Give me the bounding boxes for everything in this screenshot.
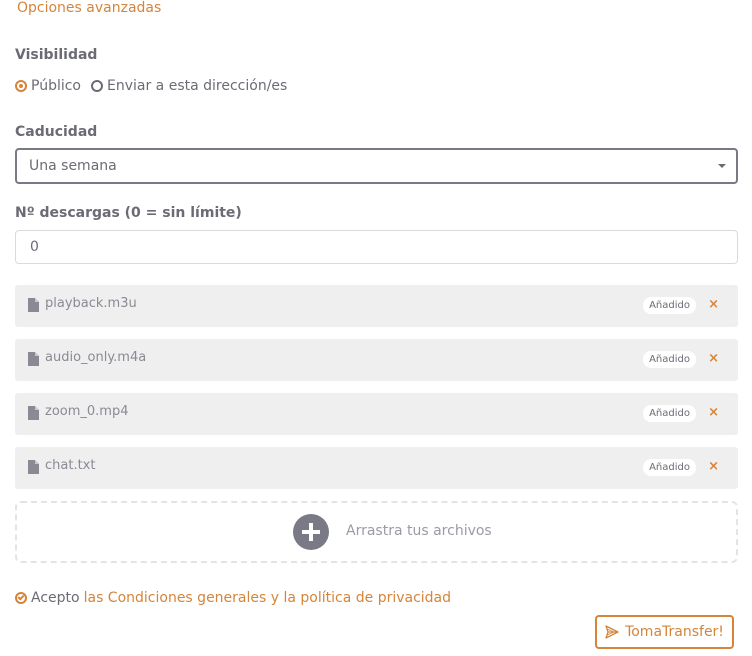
status-badge: Añadido xyxy=(643,297,696,314)
visibility-public-radio[interactable]: Público xyxy=(15,78,81,94)
file-name: playback.m3u xyxy=(45,296,137,311)
downloads-input-value: 0 xyxy=(30,239,39,255)
file-icon xyxy=(28,460,39,474)
file-icon xyxy=(28,298,39,312)
radio-unchecked-icon xyxy=(91,80,103,92)
file-item: audio_only.m4a Añadido × xyxy=(15,339,738,381)
caret-down-icon xyxy=(718,164,726,168)
downloads-label: Nº descargas (0 = sin límite) xyxy=(15,205,242,221)
remove-file-button[interactable]: × xyxy=(708,405,719,421)
terms-prefix: Acepto xyxy=(31,590,80,606)
remove-file-button[interactable]: × xyxy=(708,297,719,313)
file-item: chat.txt Añadido × xyxy=(15,447,738,489)
radio-label-email: Enviar a esta dirección/es xyxy=(107,78,288,94)
file-icon xyxy=(28,406,39,420)
status-badge: Añadido xyxy=(643,459,696,476)
terms-acceptance: Acepto las Condiciones generales y la po… xyxy=(15,590,451,606)
downloads-input[interactable]: 0 xyxy=(15,230,738,264)
file-name: zoom_0.mp4 xyxy=(45,404,129,419)
visibility-label: Visibilidad xyxy=(15,47,98,63)
file-dropzone[interactable]: Arrastra tus archivos xyxy=(15,501,738,563)
file-name: chat.txt xyxy=(45,458,96,473)
status-badge: Añadido xyxy=(643,351,696,368)
file-name: audio_only.m4a xyxy=(45,350,147,365)
expiry-select-value: Una semana xyxy=(29,158,117,174)
visibility-email-radio[interactable]: Enviar a esta dirección/es xyxy=(91,78,287,94)
visibility-radio-group: Público Enviar a esta dirección/es xyxy=(15,78,297,94)
submit-button-label: TomaTransfer! xyxy=(625,624,724,640)
expiry-select[interactable]: Una semana xyxy=(15,148,738,184)
plus-circle-icon[interactable] xyxy=(293,514,329,550)
submit-transfer-button[interactable]: TomaTransfer! xyxy=(595,615,734,649)
terms-link[interactable]: las Condiciones generales y la política … xyxy=(84,590,451,606)
remove-file-button[interactable]: × xyxy=(708,351,719,367)
file-icon xyxy=(28,352,39,366)
advanced-options-link[interactable]: Opciones avanzadas xyxy=(17,0,161,16)
radio-label-public: Público xyxy=(31,78,81,94)
paper-plane-icon xyxy=(605,625,619,639)
file-item: zoom_0.mp4 Añadido × xyxy=(15,393,738,435)
check-circle-icon[interactable] xyxy=(15,592,27,604)
status-badge: Añadido xyxy=(643,405,696,422)
remove-file-button[interactable]: × xyxy=(708,459,719,475)
dropzone-text: Arrastra tus archivos xyxy=(346,523,492,539)
file-item: playback.m3u Añadido × xyxy=(15,285,738,327)
radio-checked-icon xyxy=(15,80,27,92)
expiry-label: Caducidad xyxy=(15,124,98,140)
